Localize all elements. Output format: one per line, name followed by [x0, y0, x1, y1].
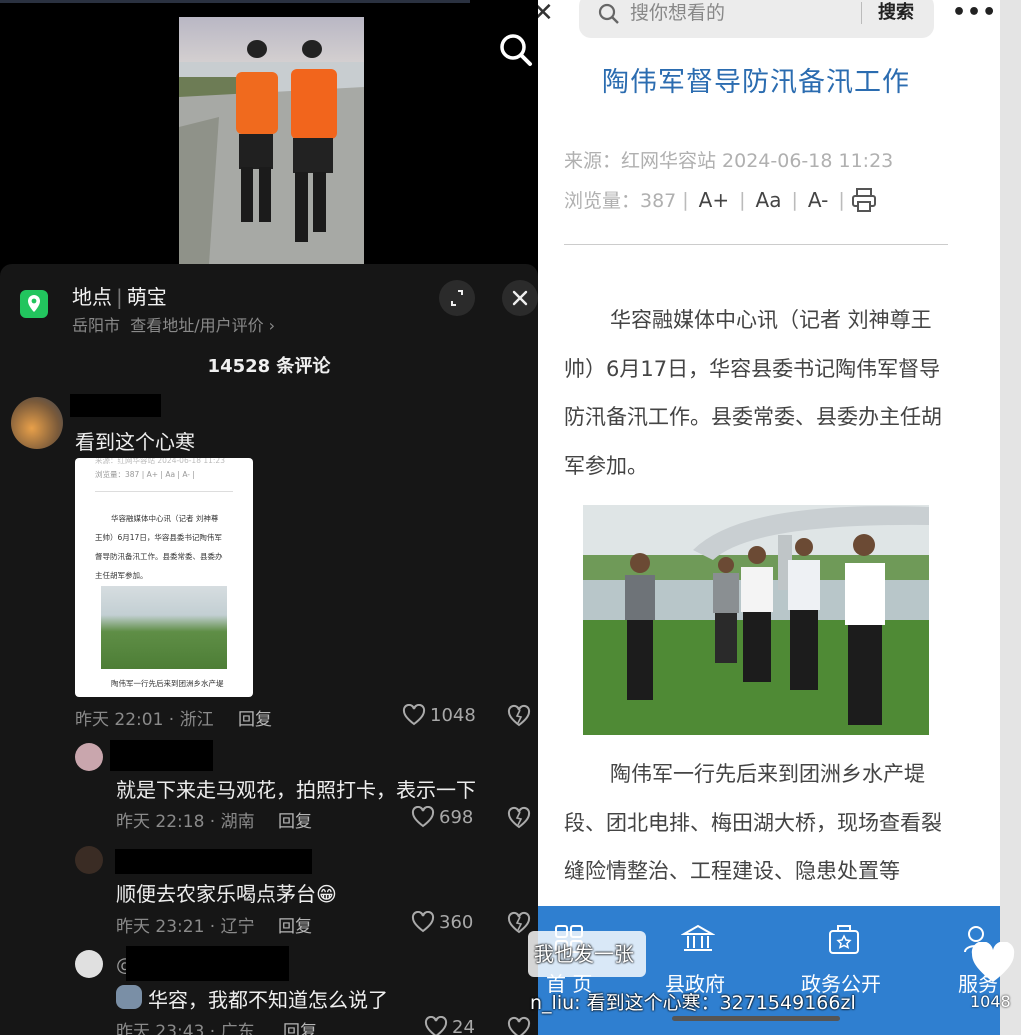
- image-divider: [95, 491, 233, 492]
- danmaku-text: n_liu: 看到这个心寒：3271549166zl: [530, 992, 856, 1014]
- paragraph-text: 陶伟军一行先后来到团洲乡水产堤段、团北电排、梅田湖大桥，现场查看裂缝险情整治、工…: [564, 762, 942, 883]
- like-total: 1048: [970, 992, 1011, 1011]
- comment-meta: 昨天 22:18 · 湖南: [116, 812, 255, 832]
- dislike-icon[interactable]: [507, 1016, 531, 1035]
- dislike-icon[interactable]: [507, 911, 531, 935]
- article-photo[interactable]: [583, 505, 929, 735]
- reply-button[interactable]: 回复: [283, 1017, 317, 1035]
- video-comment-pane: 地点 | 萌宝 岳阳市 查看地址/用户评价 › 14528 条评论 看到这个心寒 来…: [0, 0, 538, 1035]
- location-name: 萌宝: [126, 285, 167, 309]
- comment-text: 华容，我都不知道怎么说了: [148, 988, 388, 1012]
- home-indicator[interactable]: [672, 1016, 840, 1021]
- search-icon: [598, 3, 619, 24]
- comment-text: 顺便去农家乐喝点茅台😁: [116, 882, 337, 906]
- search-icon[interactable]: [496, 30, 536, 70]
- like-heart-icon[interactable]: [970, 941, 1016, 984]
- comment-text: 看到这个心寒: [75, 430, 195, 454]
- close-button[interactable]: [502, 280, 538, 316]
- like-count: 24: [452, 1016, 475, 1035]
- like-count: 1048: [430, 704, 476, 726]
- location-link[interactable]: 查看地址/用户评价 ›: [130, 316, 275, 335]
- location-subtitle[interactable]: 岳阳市 查看地址/用户评价 ›: [72, 312, 275, 336]
- like-button[interactable]: 698: [411, 806, 473, 828]
- like-count: 698: [439, 806, 474, 828]
- image-text: 华容融媒体中心讯（记者 刘神尊: [111, 514, 219, 523]
- comment-meta: 昨天 23:21 · 辽宁: [116, 917, 255, 937]
- progress-line: [0, 0, 470, 3]
- comment-image[interactable]: 来源：红网华容站 2024-06-18 11:23 浏览量：387 | A+ |…: [75, 458, 253, 697]
- article-paragraph: 华容融媒体中心讯（记者 刘神尊王帅）6月17日，华容县委书记陶伟军督导防汛备汛工…: [564, 296, 956, 490]
- expand-button[interactable]: [439, 280, 475, 316]
- search-input[interactable]: 搜你想看的: [630, 0, 725, 25]
- reply-button[interactable]: 回复: [238, 705, 272, 730]
- like-button[interactable]: 360: [411, 911, 473, 933]
- location-city: 岳阳市: [72, 316, 121, 335]
- font-increase-button[interactable]: A+: [699, 188, 729, 212]
- reply-button[interactable]: 回复: [278, 807, 312, 832]
- cat-emoji-icon: [116, 985, 142, 1009]
- username-redacted: [110, 740, 213, 771]
- screen: 地点 | 萌宝 岳阳市 查看地址/用户评价 › 14528 条评论 看到这个心寒 来…: [0, 0, 1021, 1035]
- government-icon[interactable]: [681, 922, 715, 956]
- image-text: 督导防汛备汛工作。县委常委、县委办: [95, 552, 223, 561]
- like-button[interactable]: 24: [424, 1016, 475, 1035]
- article-title: 陶伟军督导防汛备汛工作: [602, 67, 910, 98]
- close-icon[interactable]: ✕: [538, 0, 554, 28]
- comment-meta: 昨天 23:43 · 广东: [116, 1022, 255, 1035]
- avatar[interactable]: [75, 846, 103, 874]
- location-pin-icon: [20, 290, 48, 318]
- font-default-button[interactable]: Aa: [756, 188, 782, 212]
- heart-icon: [424, 1016, 448, 1035]
- comment-count: 14528 条评论: [207, 356, 331, 377]
- username-redacted: [126, 946, 289, 981]
- location-title[interactable]: 地点 | 萌宝: [72, 281, 167, 310]
- heart-icon: [411, 806, 435, 828]
- image-text: 陶伟军一行先后来到团洲乡水产堤: [111, 679, 224, 688]
- paragraph-text: 华容融媒体中心讯（记者 刘神尊王帅）6月17日，华容县委书记陶伟军督导防汛备汛工…: [564, 308, 942, 478]
- location-label: 地点: [72, 285, 112, 309]
- reply-button[interactable]: 回复: [278, 912, 312, 937]
- view-count: 浏览量：387: [564, 190, 677, 212]
- search-divider: [861, 2, 862, 24]
- like-button[interactable]: 1048: [402, 704, 476, 726]
- heart-icon: [411, 911, 435, 933]
- username-redacted: [70, 394, 161, 417]
- avatar[interactable]: [11, 397, 63, 449]
- article-toolbar: 浏览量：387 | A+ | Aa | A- |: [564, 186, 877, 213]
- avatar[interactable]: [75, 743, 103, 771]
- search-bar[interactable]: 搜你想看的 搜索: [579, 0, 934, 38]
- font-decrease-button[interactable]: A-: [808, 188, 828, 212]
- username-redacted: [115, 849, 312, 874]
- article-pane: ✕ 搜你想看的 搜索 ••• 陶伟军督导防汛备汛工作 来源：红网华容站 2024…: [538, 0, 1021, 1035]
- search-button[interactable]: 搜索: [878, 0, 914, 24]
- divider: [564, 244, 948, 245]
- image-text: 主任胡军参加。: [95, 571, 148, 580]
- like-count: 360: [439, 911, 474, 933]
- danmaku-bubble: 我也发一张: [528, 931, 646, 977]
- more-icon[interactable]: •••: [952, 0, 997, 25]
- dislike-icon[interactable]: [507, 806, 531, 830]
- comment-text: 就是下来走马观花，拍照打卡，表示一下: [116, 778, 476, 802]
- article-source: 来源：红网华容站 2024-06-18 11:23: [564, 150, 894, 172]
- image-text: 王帅）6月17日，华容县委书记陶伟军: [95, 533, 222, 542]
- video-player[interactable]: [179, 17, 364, 264]
- article-paragraph: 陶伟军一行先后来到团洲乡水产堤段、团北电排、梅田湖大桥，现场查看裂缝险情整治、工…: [564, 750, 956, 896]
- image-text: 浏览量：387 | A+ | Aa | A- |: [95, 470, 195, 479]
- article-page: ✕ 搜你想看的 搜索 ••• 陶伟军督导防汛备汛工作 来源：红网华容站 2024…: [538, 0, 1000, 1035]
- page-edge: [1000, 0, 1021, 1035]
- image-photo: [101, 586, 227, 669]
- dislike-icon[interactable]: [507, 704, 531, 728]
- gov-affairs-icon[interactable]: [827, 922, 861, 956]
- heart-icon: [402, 704, 426, 726]
- print-icon[interactable]: [851, 187, 877, 213]
- comment-meta: 昨天 22:01 · 浙江: [75, 710, 214, 730]
- avatar[interactable]: [75, 950, 103, 978]
